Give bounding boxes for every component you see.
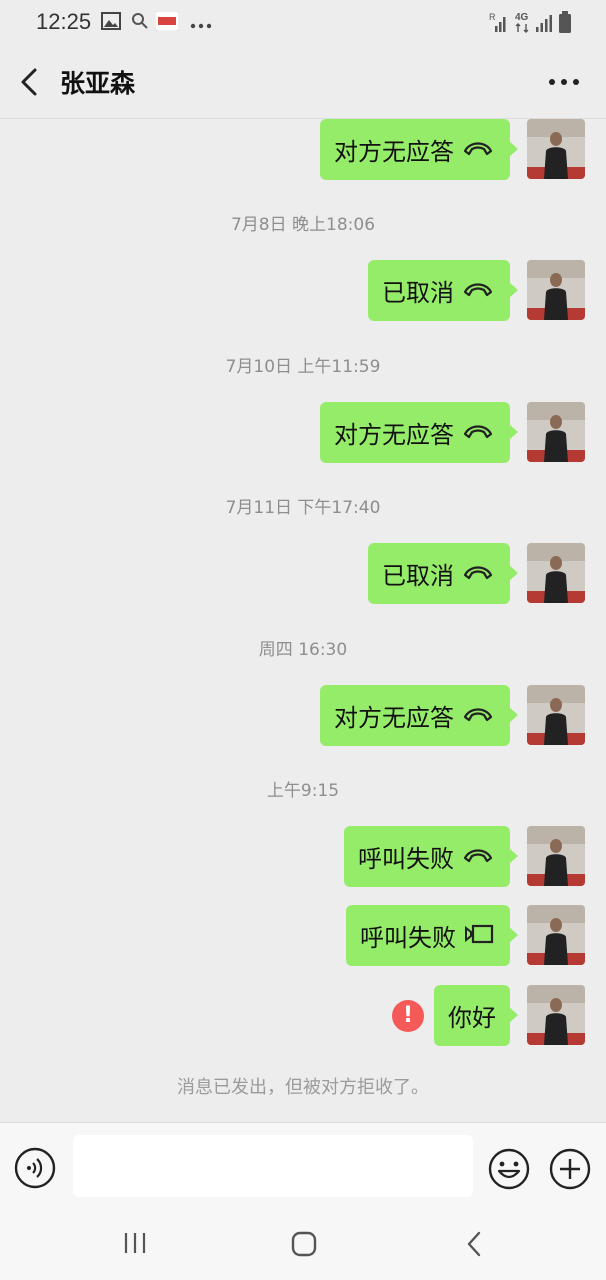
system-nav-bar xyxy=(0,1210,606,1280)
status-time: 12:25 xyxy=(36,9,92,34)
avatar[interactable] xyxy=(527,985,585,1045)
message-input[interactable] xyxy=(73,1135,473,1197)
back-button[interactable] xyxy=(14,64,46,100)
call-bubble[interactable]: 已取消 xyxy=(368,543,518,604)
message-row: 对方无应答 xyxy=(0,119,606,181)
timestamp: 周四 16:30 xyxy=(258,640,348,660)
avatar[interactable] xyxy=(527,543,585,603)
nav-back-button[interactable] xyxy=(462,1230,486,1262)
signal-icon xyxy=(535,12,553,38)
bubble-text: 对方无应答 xyxy=(334,138,454,166)
call-bubble[interactable]: 对方无应答 xyxy=(320,402,518,463)
timestamp: 上午9:15 xyxy=(266,781,340,801)
voice-icon xyxy=(14,1147,56,1189)
avatar[interactable] xyxy=(527,826,585,886)
call-bubble[interactable]: 呼叫失败 xyxy=(346,905,518,966)
bubble-text: 已取消 xyxy=(382,562,454,590)
plus-button[interactable] xyxy=(548,1147,592,1191)
phone-hangup-icon xyxy=(462,704,494,728)
home-button[interactable] xyxy=(290,1230,318,1262)
phone-hangup-icon xyxy=(462,421,494,445)
timestamp: 7月11日 下午17:40 xyxy=(225,498,381,518)
emoji-button[interactable] xyxy=(487,1147,531,1191)
battery-icon xyxy=(558,11,572,39)
send-error-icon[interactable]: ! xyxy=(392,1000,424,1032)
recents-button[interactable] xyxy=(122,1230,148,1260)
input-bar xyxy=(0,1122,606,1210)
chat-more-button[interactable] xyxy=(546,68,582,96)
signal-r-icon: R xyxy=(489,12,509,38)
more-dots-icon xyxy=(190,14,212,33)
video-call-icon xyxy=(464,923,494,949)
reject-notice: 消息已发出，但被对方拒收了。 xyxy=(177,1077,429,1098)
phone-hangup-icon xyxy=(462,562,494,586)
message-row: 你好 xyxy=(0,985,606,1047)
bubble-text: 呼叫失败 xyxy=(358,845,454,873)
chat-title: 张亚森 xyxy=(60,69,136,98)
avatar[interactable] xyxy=(527,685,585,745)
text-bubble[interactable]: 你好 xyxy=(434,985,518,1046)
phone-hangup-icon xyxy=(462,279,494,303)
search-icon xyxy=(131,12,149,34)
call-bubble[interactable]: 呼叫失败 xyxy=(344,826,518,887)
call-bubble[interactable]: 对方无应答 xyxy=(320,119,518,180)
home-icon xyxy=(291,1231,317,1257)
svg-text:R: R xyxy=(489,12,496,22)
bubble-text: 你好 xyxy=(448,1004,496,1032)
avatar[interactable] xyxy=(527,260,585,320)
gallery-icon xyxy=(101,12,121,34)
4g-icon: 4G xyxy=(514,10,532,38)
timestamp: 7月10日 上午11:59 xyxy=(225,357,381,377)
plus-icon xyxy=(549,1148,591,1190)
message-row: 呼叫失败 xyxy=(0,905,606,967)
avatar[interactable] xyxy=(527,119,585,179)
recents-icon xyxy=(124,1233,146,1253)
message-row: 对方无应答 xyxy=(0,402,606,464)
chevron-left-icon xyxy=(21,68,37,96)
phone-hangup-icon xyxy=(462,138,494,162)
app-badge-icon xyxy=(154,10,180,35)
chat-header: 张亚森 xyxy=(0,46,606,118)
bubble-text: 呼叫失败 xyxy=(360,924,456,952)
phone-hangup-icon xyxy=(462,845,494,869)
back-icon xyxy=(467,1231,481,1257)
status-bar: 12:25 R 4G xyxy=(0,0,606,46)
bubble-text: 对方无应答 xyxy=(334,421,454,449)
bubble-text: 对方无应答 xyxy=(334,704,454,732)
avatar[interactable] xyxy=(527,905,585,965)
avatar[interactable] xyxy=(527,402,585,462)
timestamp: 7月8日 晚上18:06 xyxy=(230,215,376,235)
call-bubble[interactable]: 对方无应答 xyxy=(320,685,518,746)
network-label: 4G xyxy=(515,12,529,23)
message-row: 呼叫失败 xyxy=(0,826,606,888)
call-bubble[interactable]: 已取消 xyxy=(368,260,518,321)
more-dots-icon xyxy=(549,79,579,85)
voice-button[interactable] xyxy=(14,1147,56,1189)
bubble-text: 已取消 xyxy=(382,279,454,307)
message-row: 对方无应答 xyxy=(0,685,606,747)
message-row: 已取消 xyxy=(0,260,606,322)
emoji-icon xyxy=(488,1148,530,1190)
message-row: 已取消 xyxy=(0,543,606,605)
